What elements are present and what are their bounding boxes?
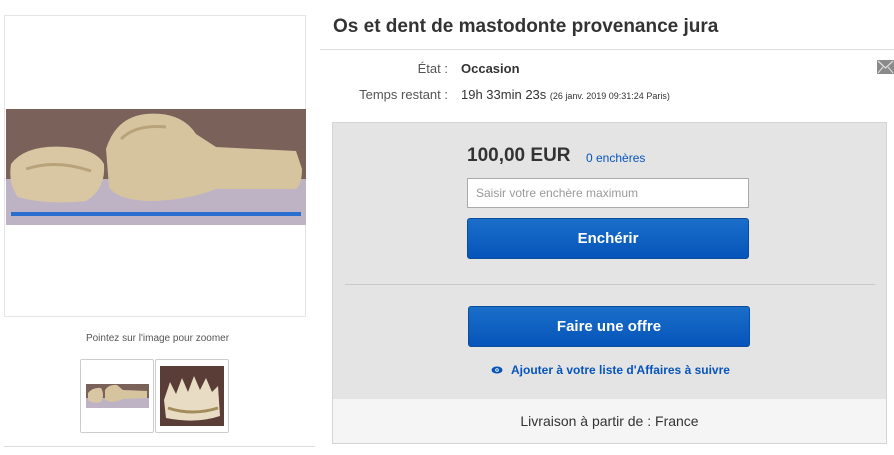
bone-photo xyxy=(6,109,306,225)
add-to-watchlist-link[interactable]: Ajouter à votre liste d'Affaires à suivr… xyxy=(511,363,730,377)
title-divider xyxy=(320,49,894,50)
bid-panel xyxy=(332,122,887,444)
time-left-countdown: 19h 33min 23s xyxy=(461,87,547,102)
tooth-thumbnail-image xyxy=(160,366,224,426)
listing-title: Os et dent de mastodonte provenance jura xyxy=(333,16,719,37)
panel-divider xyxy=(345,284,875,285)
shipping-info: Livraison à partir de : France xyxy=(520,413,699,429)
eye-icon[interactable] xyxy=(491,366,503,374)
main-image-frame[interactable] xyxy=(4,15,306,317)
email-icon[interactable] xyxy=(877,60,894,74)
bid-count-link[interactable]: 0 enchères xyxy=(586,151,645,165)
condition-value: Occasion xyxy=(461,61,520,76)
thumbnail-bone[interactable] xyxy=(80,359,154,433)
zoom-hint: Pointez sur l'image pour zoomer xyxy=(85,333,230,344)
auction-end-date: (26 janv. 2019 09:31:24 Paris) xyxy=(549,91,670,101)
image-gallery: Pointez sur l'image pour zoomer xyxy=(0,0,315,455)
main-image[interactable] xyxy=(6,109,306,225)
place-bid-button[interactable]: Enchérir xyxy=(467,218,749,259)
gallery-divider xyxy=(4,446,315,447)
thumbnail-tooth[interactable] xyxy=(155,359,229,433)
make-offer-button[interactable]: Faire une offre xyxy=(468,306,750,347)
time-left-label: Temps restant : xyxy=(359,87,448,102)
bone-thumbnail-image xyxy=(86,384,149,408)
max-bid-input[interactable] xyxy=(467,178,749,208)
current-price: 100,00 EUR xyxy=(467,145,571,166)
time-left-value: 19h 33min 23s (26 janv. 2019 09:31:24 Pa… xyxy=(461,87,670,102)
condition-label: État : xyxy=(417,61,448,76)
